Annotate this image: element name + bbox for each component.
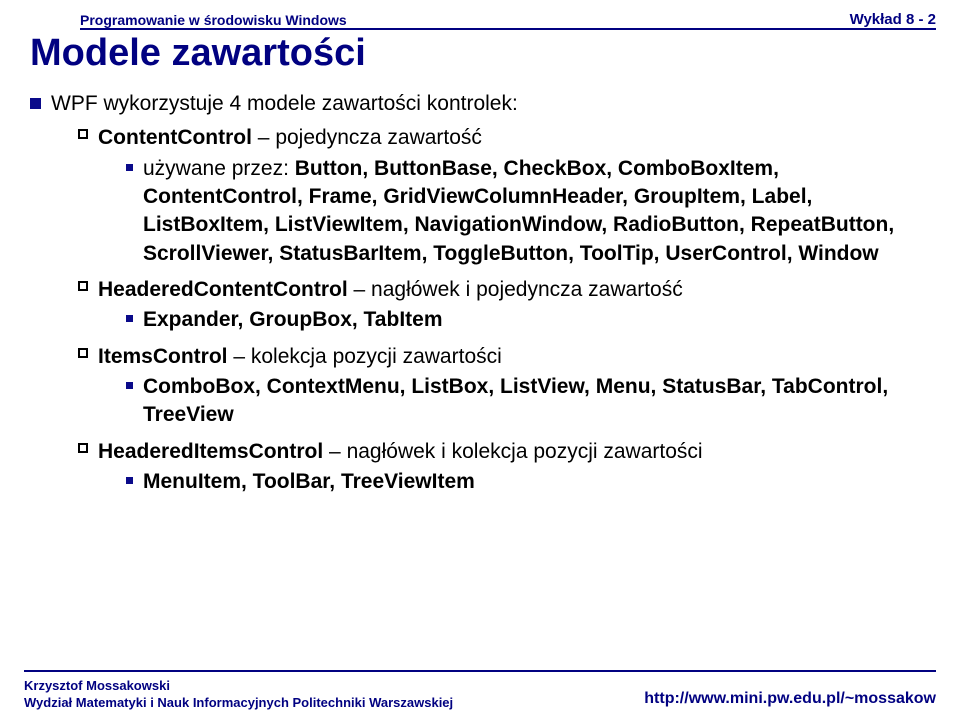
model1-line: ContentControl – pojedyncza zawartość (98, 124, 930, 152)
model1-classes: używane przez: Button, ButtonBase, Check… (143, 155, 930, 268)
author-name: Krzysztof Mossakowski (24, 677, 453, 695)
footer-left: Krzysztof Mossakowski Wydział Matematyki… (24, 677, 453, 712)
model2-desc: – nagłówek i pojedyncza zawartość (348, 278, 683, 301)
model1-name: ContentControl (98, 126, 252, 149)
small-square-bullet-icon (126, 164, 133, 171)
open-square-bullet-icon (78, 443, 88, 453)
bullet-l2-headereditems: HeaderedItemsControl – nagłówek i kolekc… (30, 438, 930, 466)
affiliation: Wydział Matematyki i Nauk Informacyjnych… (24, 694, 453, 712)
small-square-bullet-icon (126, 382, 133, 389)
header-divider (80, 28, 936, 30)
model3-sub-list: ComboBox, ContextMenu, ListBox, ListView… (143, 375, 888, 426)
slide: Programowanie w środowisku Windows Wykła… (0, 0, 960, 720)
open-square-bullet-icon (78, 348, 88, 358)
bullet-l2-headeredcontent: HeaderedContentControl – nagłówek i poje… (30, 276, 930, 304)
model4-name: HeaderedItemsControl (98, 440, 323, 463)
model4-sub-list: MenuItem, ToolBar, TreeViewItem (143, 470, 475, 493)
model4-desc: – nagłówek i kolekcja pozycji zawartości (323, 440, 702, 463)
model2-name: HeaderedContentControl (98, 278, 348, 301)
open-square-bullet-icon (78, 281, 88, 291)
square-bullet-icon (30, 98, 41, 109)
model1-desc: – pojedyncza zawartość (252, 126, 482, 149)
bullet-l3-headeredcontent-list: Expander, GroupBox, TabItem (30, 306, 930, 334)
bullet-l3-contentcontrol-list: używane przez: Button, ButtonBase, Check… (30, 155, 930, 268)
slide-title: Modele zawartości (30, 32, 366, 75)
model4-classes: MenuItem, ToolBar, TreeViewItem (143, 468, 930, 496)
model1-sub-intro: używane przez: (143, 157, 295, 180)
bullet-l2-contentcontrol: ContentControl – pojedyncza zawartość (30, 124, 930, 152)
bullet-l3-itemscontrol-list: ComboBox, ContextMenu, ListBox, ListView… (30, 373, 930, 430)
model3-line: ItemsControl – kolekcja pozycji zawartoś… (98, 343, 930, 371)
model2-classes: Expander, GroupBox, TabItem (143, 306, 930, 334)
bullet-l3-headereditems-list: MenuItem, ToolBar, TreeViewItem (30, 468, 930, 496)
small-square-bullet-icon (126, 477, 133, 484)
model3-desc: – kolekcja pozycji zawartości (228, 345, 502, 368)
model4-line: HeaderedItemsControl – nagłówek i kolekc… (98, 438, 930, 466)
intro-text: WPF wykorzystuje 4 modele zawartości kon… (51, 90, 930, 118)
small-square-bullet-icon (126, 315, 133, 322)
open-square-bullet-icon (78, 129, 88, 139)
slide-content: WPF wykorzystuje 4 modele zawartości kon… (30, 90, 930, 496)
slide-header: Programowanie w środowisku Windows Wykła… (0, 0, 960, 30)
lecture-number: Wykład 8 - 2 (850, 11, 936, 28)
model3-name: ItemsControl (98, 345, 228, 368)
course-title: Programowanie w środowisku Windows (80, 12, 347, 28)
footer-url: http://www.mini.pw.edu.pl/~mossakow (644, 690, 936, 708)
bullet-l1: WPF wykorzystuje 4 modele zawartości kon… (30, 90, 930, 118)
model3-classes: ComboBox, ContextMenu, ListBox, ListView… (143, 373, 930, 430)
footer-divider (24, 670, 936, 672)
model2-sub-list: Expander, GroupBox, TabItem (143, 308, 443, 331)
bullet-l2-itemscontrol: ItemsControl – kolekcja pozycji zawartoś… (30, 343, 930, 371)
model2-line: HeaderedContentControl – nagłówek i poje… (98, 276, 930, 304)
